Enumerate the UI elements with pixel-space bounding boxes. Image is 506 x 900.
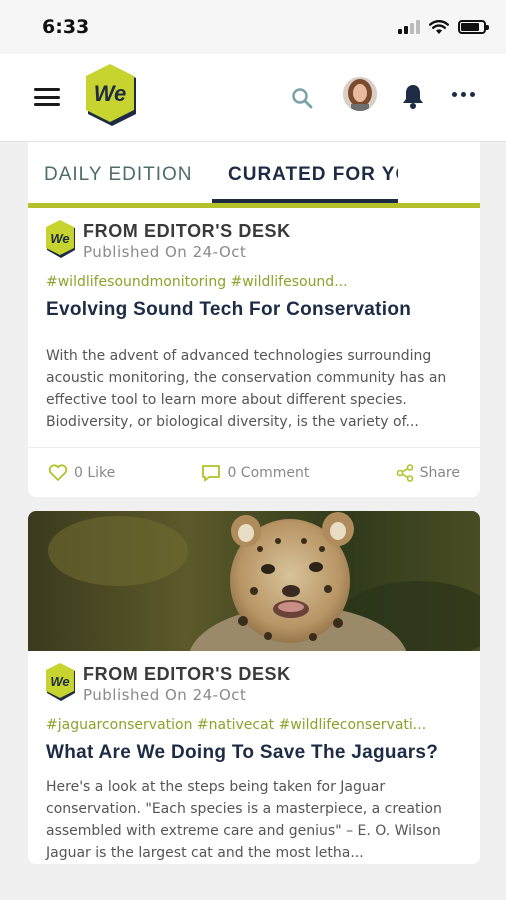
- svg-text:We: We: [50, 674, 69, 689]
- post-date: Published On 24-Oct: [83, 686, 247, 704]
- post-date: Published On 24-Oct: [83, 243, 247, 261]
- post-card[interactable]: We FROM EDITOR'S DESK Published On 24-Oc…: [28, 511, 480, 864]
- status-time: 6:33: [42, 16, 90, 38]
- logo-text: We: [94, 81, 127, 106]
- post-title[interactable]: What Are We Doing To Save The Jaguars?: [28, 733, 480, 766]
- post-title[interactable]: Evolving Sound Tech For Conservation: [28, 290, 480, 323]
- status-icons: [398, 19, 489, 35]
- share-button[interactable]: Share: [396, 463, 460, 482]
- heart-icon: [48, 463, 68, 481]
- we-logo-icon: We: [46, 663, 75, 701]
- we-logo-icon: We: [46, 220, 75, 258]
- feed: DAILY EDITION CURATED FOR YOU We FROM ED…: [28, 142, 480, 900]
- comment-icon: [202, 464, 221, 481]
- post-tags[interactable]: #jaguarconservation #nativecat #wildlife…: [28, 705, 480, 733]
- menu-icon[interactable]: [34, 88, 60, 106]
- avatar[interactable]: [343, 77, 377, 111]
- post-source: FROM EDITOR'S DESK: [83, 221, 291, 241]
- post-excerpt: With the advent of advanced technologies…: [46, 348, 447, 430]
- tab-daily-edition[interactable]: DAILY EDITION: [44, 164, 193, 186]
- like-button[interactable]: 0 Like: [48, 463, 116, 482]
- active-tab-indicator: [212, 199, 398, 203]
- like-count: 0 Like: [74, 464, 116, 481]
- cellular-signal-icon: [398, 20, 420, 34]
- post-header: We FROM EDITOR'S DESK Published On 24-Oc…: [28, 208, 480, 262]
- we-logo[interactable]: We: [86, 64, 138, 130]
- tab-bar: DAILY EDITION CURATED FOR YOU: [28, 142, 480, 208]
- comment-count: 0 Comment: [227, 464, 310, 481]
- app-header: We: [0, 54, 506, 142]
- post-source: FROM EDITOR'S DESK: [83, 664, 291, 684]
- tab-curated-for-you[interactable]: CURATED FOR YOU: [228, 164, 398, 186]
- jaguar-cub-image[interactable]: [28, 511, 480, 651]
- comment-button[interactable]: 0 Comment: [201, 464, 309, 482]
- post-excerpt: Here's a look at the steps being taken f…: [46, 779, 442, 861]
- bell-icon[interactable]: [400, 82, 426, 110]
- post-card[interactable]: We FROM EDITOR'S DESK Published On 24-Oc…: [28, 208, 480, 497]
- status-bar: 6:33: [0, 0, 506, 54]
- post-actions: 0 Like 0 Comment Share: [28, 447, 480, 497]
- share-label: Share: [419, 464, 460, 481]
- post-tags[interactable]: #wildlifesoundmonitoring #wildlifesound.…: [28, 262, 480, 290]
- svg-text:We: We: [50, 231, 69, 246]
- share-icon: [396, 463, 413, 482]
- search-icon[interactable]: [290, 86, 314, 110]
- wifi-icon: [429, 19, 449, 34]
- battery-icon: [458, 20, 489, 34]
- more-options-icon[interactable]: [452, 92, 475, 97]
- post-header: We FROM EDITOR'S DESK Published On 24-Oc…: [28, 651, 480, 705]
